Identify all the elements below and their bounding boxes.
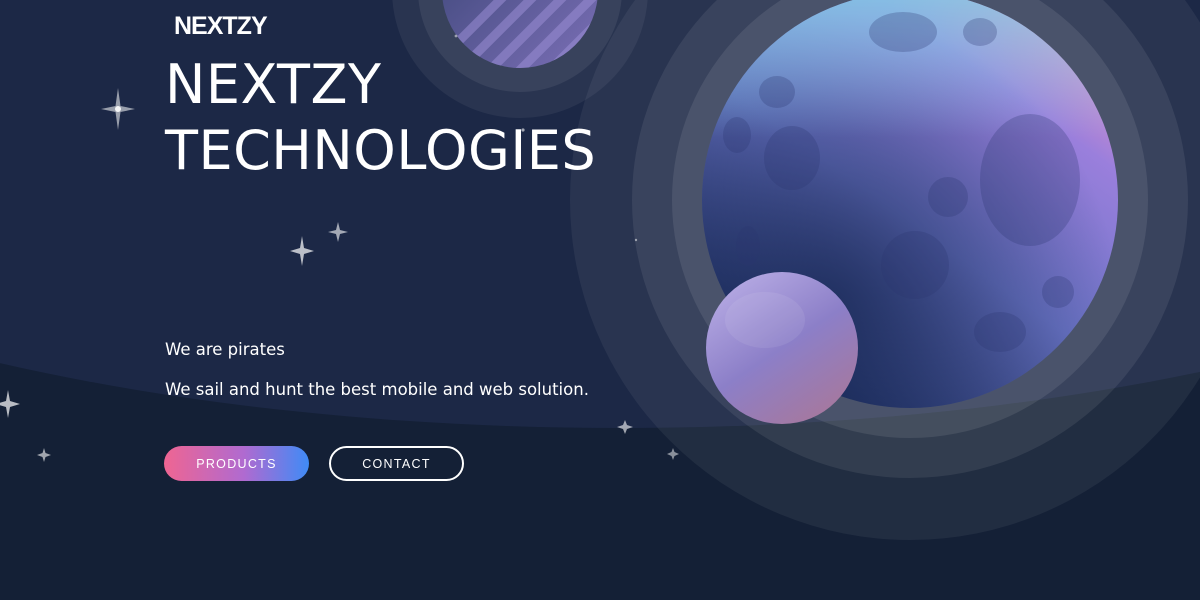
brand-logo[interactable]: NEXTZY bbox=[174, 12, 268, 40]
sub-tagline: We sail and hunt the best mobile and web… bbox=[165, 380, 589, 399]
contact-button[interactable]: CONTACT bbox=[329, 446, 464, 481]
hero-section: NEXTZY NEXTZY TECHNOLOGIES We are pirate… bbox=[0, 0, 1200, 600]
page-title: NEXTZY TECHNOLOGIES bbox=[165, 52, 596, 184]
title-line-1: NEXTZY bbox=[165, 53, 382, 116]
products-button[interactable]: PRODUCTS bbox=[164, 446, 309, 481]
title-line-2: TECHNOLOGIES bbox=[165, 119, 597, 182]
tagline: We are pirates bbox=[165, 340, 285, 359]
